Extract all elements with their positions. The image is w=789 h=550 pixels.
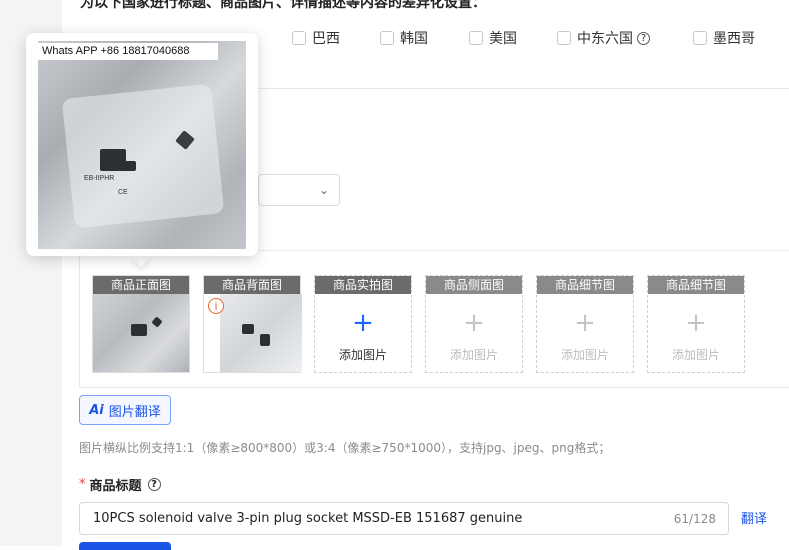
plus-icon: + [685,308,707,338]
preview-image: EB-IIPHR CE Whats APP +86 18817040688 [38,41,246,249]
ai-icon: Ai [89,402,104,418]
slot-title: 商品侧面图 [426,276,522,294]
image-slot-front[interactable]: 商品正面图 [92,275,190,373]
country-option-middle-east[interactable]: 中东六国 ? [557,28,650,48]
add-image-label: 添加图片 [449,348,498,362]
question-circle-icon[interactable]: ? [147,478,161,491]
checkbox[interactable] [693,31,707,45]
slot-title: 商品正面图 [93,276,189,294]
country-label: 中东六国 [577,31,633,47]
add-image-label: 添加图片 [671,348,720,362]
country-option-korea[interactable]: 韩国 [380,28,428,48]
product-title-input[interactable]: 10PCS solenoid valve 3-pin plug socket M… [79,502,729,535]
plus-icon: + [574,308,596,338]
label-text: 商品标题 [89,479,142,494]
char-counter: 61/128 [673,512,716,526]
country-option-usa[interactable]: 美国 [469,28,517,48]
input-value: 10PCS solenoid valve 3-pin plug socket M… [93,511,523,526]
bag-print: EB-IIPHR [84,175,115,182]
slot-title: 商品细节图 [648,276,744,294]
country-label: 美国 [489,31,517,47]
info-warning-icon[interactable]: i [208,298,224,314]
plastic-bag-shape [61,83,225,229]
image-slot-detail-2[interactable]: 商品细节图 + 添加图片 [647,275,745,373]
add-image-label: 添加图片 [560,348,609,362]
image-slot-back[interactable]: 商品背面图 i [203,275,302,373]
button-label: 图片翻译 [108,404,161,420]
image-slot-detail-1[interactable]: 商品细节图 + 添加图片 [536,275,634,373]
translate-link[interactable]: 翻译 [741,508,767,527]
plus-icon: + [352,308,374,338]
bottom-button[interactable] [79,542,171,550]
image-translate-button[interactable]: Ai 图片翻译 [79,395,171,425]
image-slot-real[interactable]: 商品实拍图 + 添加图片 [314,275,412,373]
slot-title: 商品背面图 [204,276,300,294]
product-title-label: * 商品标题 ? [79,475,161,494]
section-heading: 为以下国家进行标题、商品图片、详情描述等内容的差异化设置： [80,0,486,11]
country-option-mexico[interactable]: 墨西哥 [693,28,755,48]
country-label: 墨西哥 [713,31,755,47]
slot-title: 商品细节图 [537,276,633,294]
product-thumbnail [220,294,302,372]
product-thumbnail [93,294,189,372]
required-mark: * [79,477,86,492]
image-slot-side[interactable]: 商品侧面图 + 添加图片 [425,275,523,373]
checkbox[interactable] [557,31,571,45]
watermark-text: Whats APP +86 18817040688 [38,43,218,60]
checkbox[interactable] [292,31,306,45]
checkbox[interactable] [380,31,394,45]
country-label: 韩国 [400,31,428,47]
checkbox[interactable] [469,31,483,45]
slot-title: 商品实拍图 [315,276,411,294]
image-format-hint: 图片横纵比例支持1:1（像素≥800*800）或3:4（像素≥750*1000）… [79,441,611,455]
country-option-brazil[interactable]: 巴西 [292,28,340,48]
chevron-down-icon: ⌄ [318,183,329,197]
bag-print: CE [118,189,128,196]
question-circle-icon[interactable]: ? [637,31,650,45]
dropdown-select[interactable]: ⌄ [258,174,340,206]
image-preview-popover: EB-IIPHR CE Whats APP +86 18817040688 [26,33,258,256]
add-image-label: 添加图片 [338,348,387,362]
plus-icon: + [463,308,485,338]
country-label: 巴西 [312,31,340,47]
